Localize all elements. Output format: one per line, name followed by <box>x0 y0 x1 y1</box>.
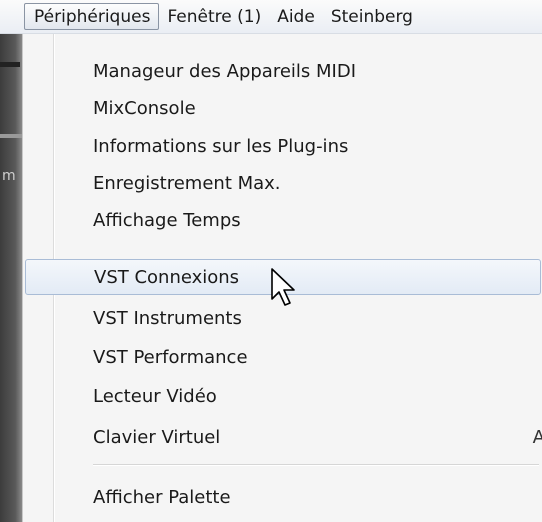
background-divider-mark <box>0 134 22 138</box>
menu-item-label: Manageur des Appareils MIDI <box>93 60 357 82</box>
menu-item-mixconsole[interactable]: MixConsole <box>25 90 541 126</box>
menu-item-shortcut: A <box>532 426 542 448</box>
background-fragment: m <box>2 168 16 184</box>
menu-item-affichage-temps[interactable]: Affichage Temps <box>25 202 541 238</box>
menu-item-lecteur-video[interactable]: Lecteur Vidéo <box>25 378 541 414</box>
menu-item-label: VST Performance <box>93 346 248 368</box>
menu-item-label: Lecteur Vidéo <box>93 385 217 407</box>
menu-item-label: Afficher Palette <box>93 486 231 508</box>
menu-steinberg[interactable]: Steinberg <box>323 5 421 29</box>
menu-item-informations-plugins[interactable]: Informations sur les Plug-ins <box>25 128 541 164</box>
application-background: m <box>0 34 22 522</box>
menu-item-vst-performance[interactable]: VST Performance <box>25 339 541 375</box>
menu-bar: Périphériques Fenêtre (1) Aide Steinberg <box>0 0 542 34</box>
menu-item-label: VST Instruments <box>93 307 242 329</box>
menu-fenetre[interactable]: Fenêtre (1) <box>159 5 269 29</box>
menu-item-label: Affichage Temps <box>93 209 241 231</box>
background-toolbar-mark <box>0 62 20 67</box>
menu-item-label: Clavier Virtuel <box>93 426 221 448</box>
menu-item-manageur-appareils-midi[interactable]: Manageur des Appareils MIDI <box>25 53 541 89</box>
menu-item-label: Informations sur les Plug-ins <box>93 135 349 157</box>
menu-item-label: VST Connexions <box>94 266 240 288</box>
menu-item-label: MixConsole <box>93 97 196 119</box>
menu-aide[interactable]: Aide <box>269 5 323 29</box>
mouse-pointer-icon <box>271 268 295 306</box>
menu-item-enregistrement-max[interactable]: Enregistrement Max. <box>25 165 541 201</box>
menu-item-clavier-virtuel[interactable]: Clavier Virtuel A <box>25 419 542 455</box>
menu-peripheriques[interactable]: Périphériques <box>24 3 160 30</box>
menu-separator <box>93 464 539 466</box>
menu-item-label: Enregistrement Max. <box>93 172 281 194</box>
menu-item-afficher-palette[interactable]: Afficher Palette <box>25 479 541 515</box>
